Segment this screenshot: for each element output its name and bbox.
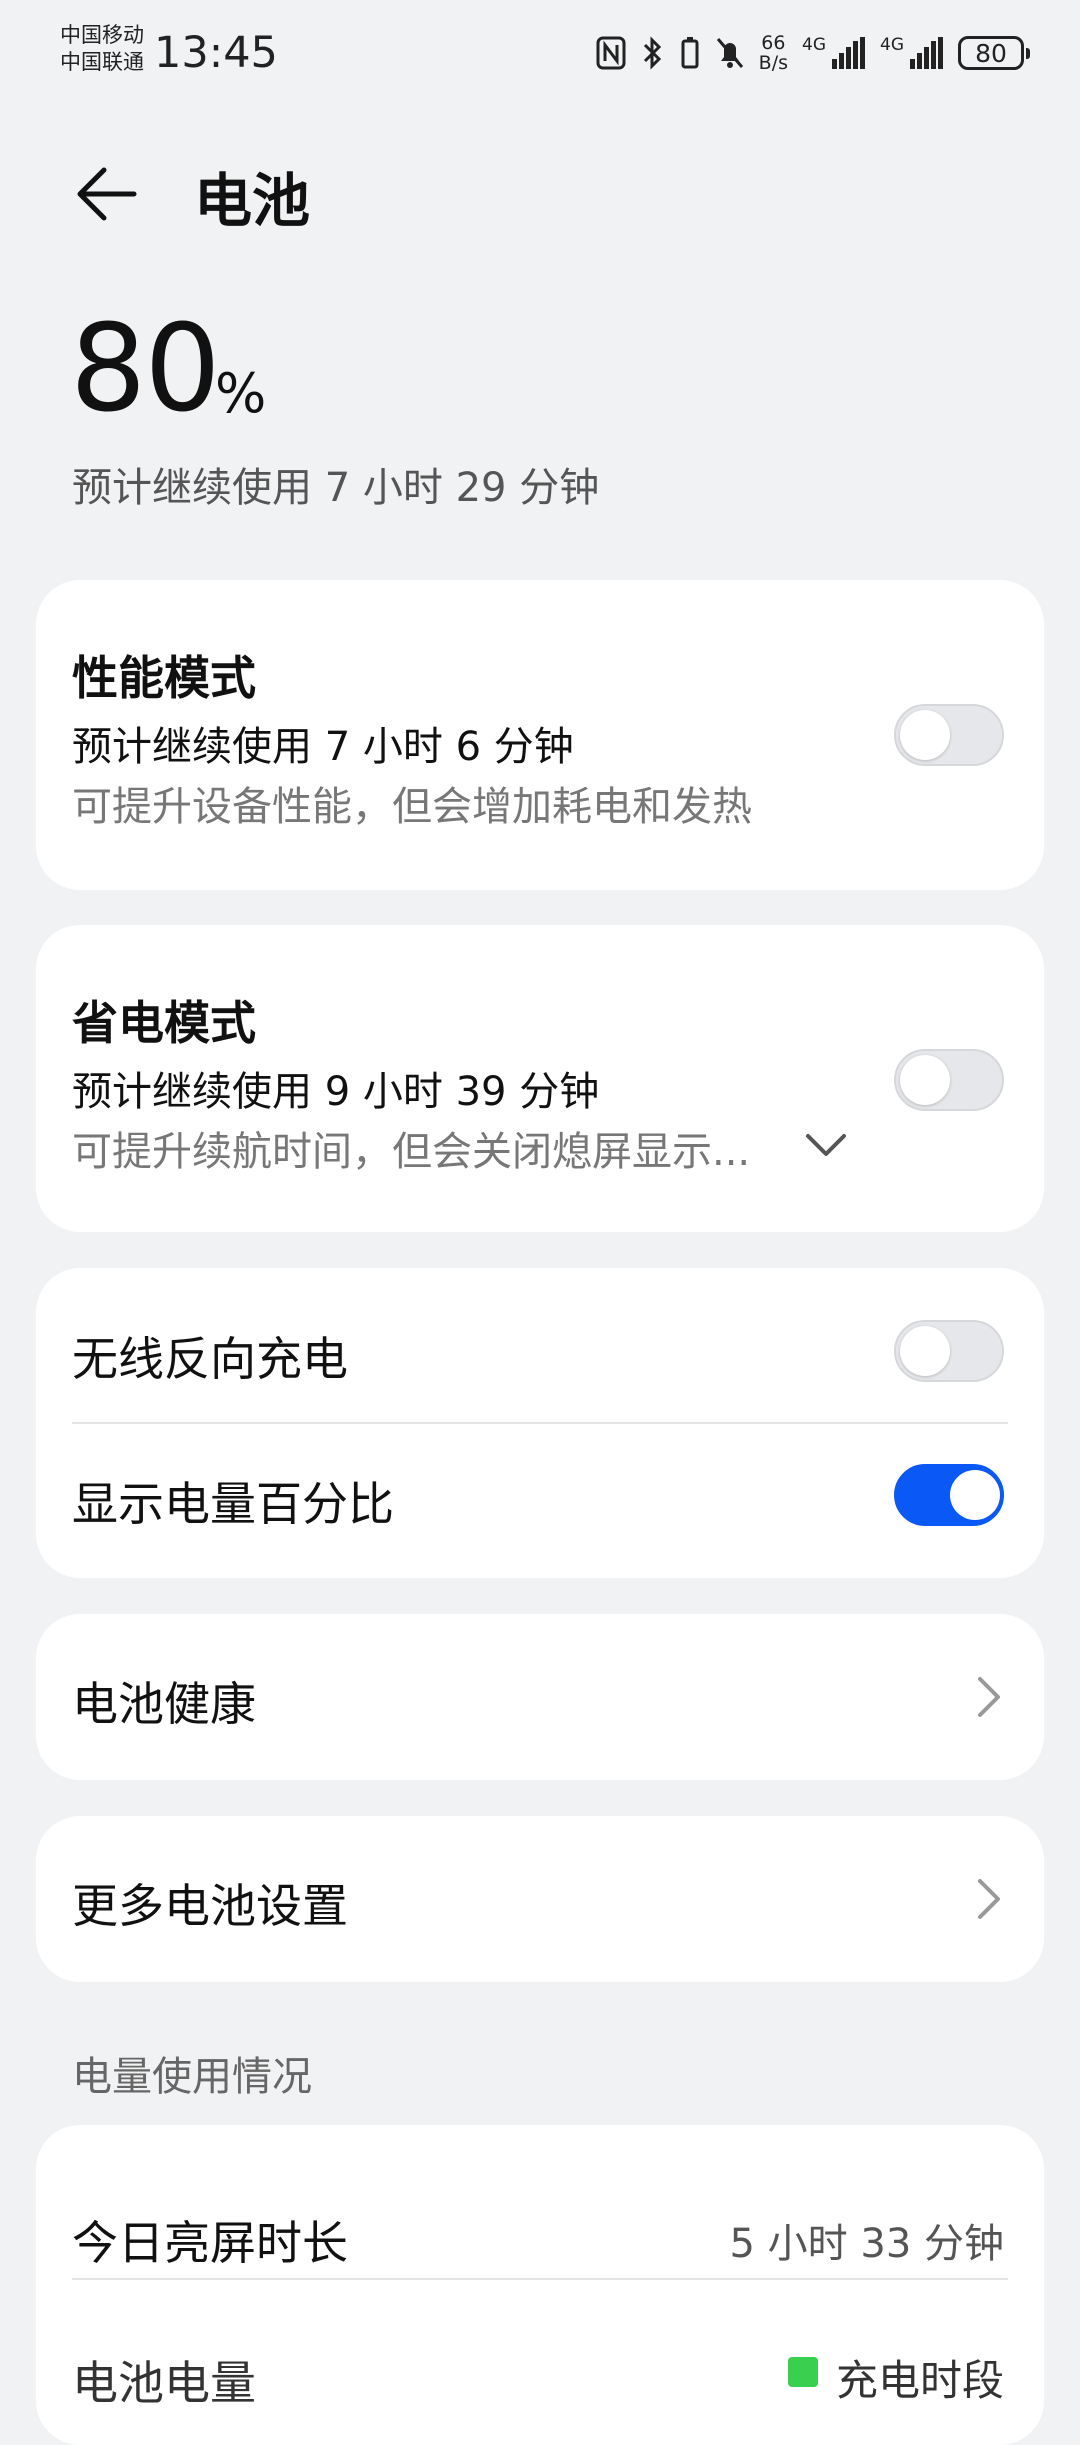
toggle-knob bbox=[900, 1326, 950, 1376]
signal-sim1: 4G bbox=[802, 37, 866, 69]
clock: 13:45 bbox=[154, 28, 278, 78]
show-battery-percentage-label: 显示电量百分比 bbox=[72, 1477, 394, 1531]
usage-section-label: 电量使用情况 bbox=[72, 2054, 312, 2100]
performance-mode-card[interactable]: 性能模式 预计继续使用 7 小时 6 分钟 可提升设备性能，但会增加耗电和发热 bbox=[36, 580, 1044, 890]
vibrate-battery-icon bbox=[681, 37, 699, 69]
performance-mode-description: 可提升设备性能，但会增加耗电和发热 bbox=[72, 784, 752, 830]
chevron-right-icon bbox=[978, 1677, 1000, 1717]
battery-percentage: 80 bbox=[70, 300, 221, 439]
back-arrow-icon[interactable] bbox=[72, 160, 140, 228]
divider bbox=[72, 1422, 1008, 1424]
battery-health-label: 电池健康 bbox=[72, 1677, 256, 1731]
bluetooth-icon bbox=[643, 36, 661, 70]
toggle-knob bbox=[950, 1470, 1000, 1520]
power-saving-mode-estimate: 预计继续使用 9 小时 39 分钟 bbox=[72, 1069, 600, 1115]
toggle-knob bbox=[900, 1055, 950, 1105]
divider bbox=[72, 2278, 1008, 2280]
wireless-reverse-charging-toggle[interactable] bbox=[894, 1320, 1004, 1382]
app-header: 电池 bbox=[0, 140, 1080, 240]
carrier-2: 中国联通 bbox=[60, 50, 144, 74]
more-battery-settings-card[interactable]: 更多电池设置 bbox=[36, 1816, 1044, 1982]
remaining-time: 预计继续使用 7 小时 29 分钟 bbox=[72, 465, 600, 511]
power-saving-mode-title: 省电模式 bbox=[72, 996, 256, 1050]
chevron-down-icon[interactable] bbox=[804, 1130, 848, 1160]
signal-sim2: 4G bbox=[880, 37, 944, 69]
toggle-knob bbox=[900, 710, 950, 760]
wireless-reverse-charging-label: 无线反向充电 bbox=[72, 1332, 348, 1386]
signal-bars-icon bbox=[832, 37, 865, 69]
performance-mode-title: 性能模式 bbox=[72, 651, 256, 705]
carrier-info: 中国移动 中国联通 bbox=[60, 22, 144, 76]
charging-legend-label: 充电时段 bbox=[835, 2356, 1004, 2405]
page-title: 电池 bbox=[194, 167, 311, 235]
power-saving-mode-toggle[interactable] bbox=[894, 1049, 1004, 1111]
power-saving-mode-description: 可提升续航时间，但会关闭熄屏显示... bbox=[72, 1129, 751, 1175]
charging-legend-swatch bbox=[788, 2357, 818, 2387]
screen-time-value: 5 小时 33 分钟 bbox=[729, 2221, 1005, 2267]
performance-mode-toggle[interactable] bbox=[894, 704, 1004, 766]
battery-indicator: 80 bbox=[958, 36, 1030, 70]
screen-time-label: 今日亮屏时长 bbox=[72, 2216, 348, 2270]
status-icons: 66 B/s 4G 4G 80 bbox=[595, 28, 1030, 78]
mute-bell-icon bbox=[716, 38, 743, 68]
battery-level-label: 电池电量 bbox=[72, 2356, 256, 2410]
status-bar: 中国移动 中国联通 13:45 66 B/s 4G 4G 80 bbox=[0, 0, 1080, 110]
performance-mode-estimate: 预计继续使用 7 小时 6 分钟 bbox=[72, 724, 574, 770]
power-saving-mode-card[interactable]: 省电模式 预计继续使用 9 小时 39 分钟 可提升续航时间，但会关闭熄屏显示.… bbox=[36, 925, 1044, 1232]
nfc-icon bbox=[596, 36, 626, 70]
signal-bars-icon bbox=[910, 37, 943, 69]
show-battery-percentage-toggle[interactable] bbox=[894, 1464, 1004, 1526]
percent-sign: % bbox=[215, 362, 267, 425]
more-battery-settings-label: 更多电池设置 bbox=[72, 1879, 348, 1933]
usage-card: 今日亮屏时长 5 小时 33 分钟 电池电量 充电时段 bbox=[36, 2125, 1044, 2445]
chevron-right-icon bbox=[978, 1879, 1000, 1919]
battery-health-card[interactable]: 电池健康 bbox=[36, 1614, 1044, 1780]
network-speed: 66 B/s bbox=[758, 32, 788, 74]
carrier-1: 中国移动 bbox=[60, 23, 144, 47]
display-options-card: 无线反向充电 显示电量百分比 bbox=[36, 1268, 1044, 1578]
